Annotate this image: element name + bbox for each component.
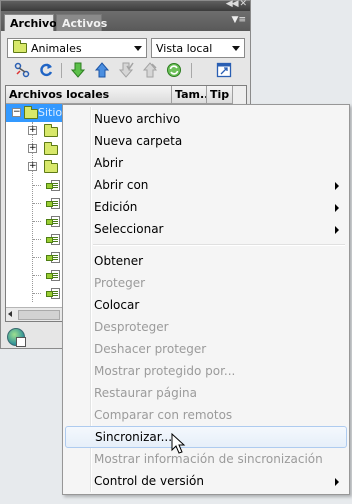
collapse-icon[interactable]: − [12, 108, 21, 117]
expand-icon[interactable]: + [28, 144, 37, 153]
file-list-header: Archivos locales Tam... Tip [6, 86, 246, 104]
menu-item-deshacer-proteger[interactable]: Deshacer proteger [65, 338, 347, 360]
panel-tabstrip: Archivos Activos ▼≡ [1, 11, 250, 31]
site-select[interactable]: Animales [7, 38, 147, 58]
menu-item-obtener[interactable]: Obtener [65, 250, 347, 272]
view-select-value: Vista local [156, 41, 213, 55]
menu-item-seleccionar[interactable]: Seleccionar [65, 218, 347, 240]
expand-panel-icon[interactable] [215, 61, 233, 79]
panel-titlebar[interactable]: ◀◀ ✕ [1, 0, 250, 11]
menu-item-proteger[interactable]: Proteger [65, 272, 347, 294]
refresh-icon[interactable] [37, 61, 55, 79]
folder-icon [13, 40, 27, 53]
menu-item-sincronizar[interactable]: Sincronizar... [65, 426, 347, 448]
scrollbar-thumb[interactable] [18, 310, 60, 320]
tab-activos[interactable]: Activos [56, 14, 107, 31]
html-file-icon [46, 270, 60, 281]
menu-item-colocar[interactable]: Colocar [65, 294, 347, 316]
html-file-icon [46, 198, 60, 209]
submenu-arrow-icon [335, 204, 339, 212]
expand-icon[interactable]: + [28, 126, 37, 135]
scroll-left-icon[interactable] [8, 311, 12, 317]
folder-icon [24, 106, 38, 119]
menu-item-abrir[interactable]: Abrir [65, 152, 347, 174]
menu-item-comparar-con-remotos[interactable]: Comparar con remotos [65, 404, 347, 426]
html-file-icon [46, 252, 60, 263]
menu-item-mostrar-informacion-sincronizacion[interactable]: Mostrar información de sincronización [65, 448, 347, 470]
collapse-panel-icon[interactable]: ◀◀ ✕ [226, 0, 247, 9]
menu-item-mostrar-protegido-por[interactable]: Mostrar protegido por... [65, 360, 347, 382]
menu-item-edicion[interactable]: Edición [65, 196, 347, 218]
mouse-pointer-icon [171, 433, 186, 454]
check-in-icon[interactable] [141, 61, 159, 79]
menu-item-nuevo-archivo[interactable]: Nuevo archivo [65, 108, 347, 130]
submenu-arrow-icon [335, 226, 339, 234]
menu-item-control-de-version[interactable]: Control de versión [65, 470, 347, 492]
menu-separator [93, 244, 345, 246]
view-select[interactable]: Vista local [151, 38, 245, 58]
column-header-size[interactable]: Tam... [172, 86, 207, 103]
context-menu: Nuevo archivo Nueva carpeta Abrir Abrir … [62, 104, 350, 495]
html-file-icon [46, 216, 60, 227]
html-file-icon [46, 234, 60, 245]
menu-item-restaurar-pagina[interactable]: Restaurar página [65, 382, 347, 404]
column-header-type[interactable]: Tip [207, 86, 233, 103]
site-log-icon[interactable] [7, 328, 26, 347]
folder-icon [44, 160, 58, 173]
expand-icon[interactable]: + [28, 162, 37, 171]
put-files-icon[interactable] [93, 61, 111, 79]
chevron-down-icon [134, 46, 142, 51]
html-file-icon [46, 180, 60, 191]
column-header-local-files[interactable]: Archivos locales [6, 86, 172, 103]
files-toolbar [11, 61, 241, 81]
menu-item-desproteger[interactable]: Desproteger [65, 316, 347, 338]
folder-icon [44, 124, 58, 137]
get-files-icon[interactable] [69, 61, 87, 79]
check-out-icon[interactable] [117, 61, 135, 79]
html-file-icon [46, 288, 60, 299]
panel-options-menu-icon[interactable]: ▼≡ [232, 15, 246, 25]
folder-icon [44, 142, 58, 155]
tab-archivos[interactable]: Archivos [4, 14, 63, 31]
chevron-down-icon [232, 46, 240, 51]
site-select-value: Animales [31, 41, 82, 55]
menu-item-nueva-carpeta[interactable]: Nueva carpeta [65, 130, 347, 152]
submenu-arrow-icon [335, 182, 339, 190]
synchronize-icon[interactable] [165, 61, 183, 79]
submenu-arrow-icon [335, 478, 339, 486]
menu-item-abrir-con[interactable]: Abrir con [65, 174, 347, 196]
connect-icon[interactable] [13, 61, 31, 79]
